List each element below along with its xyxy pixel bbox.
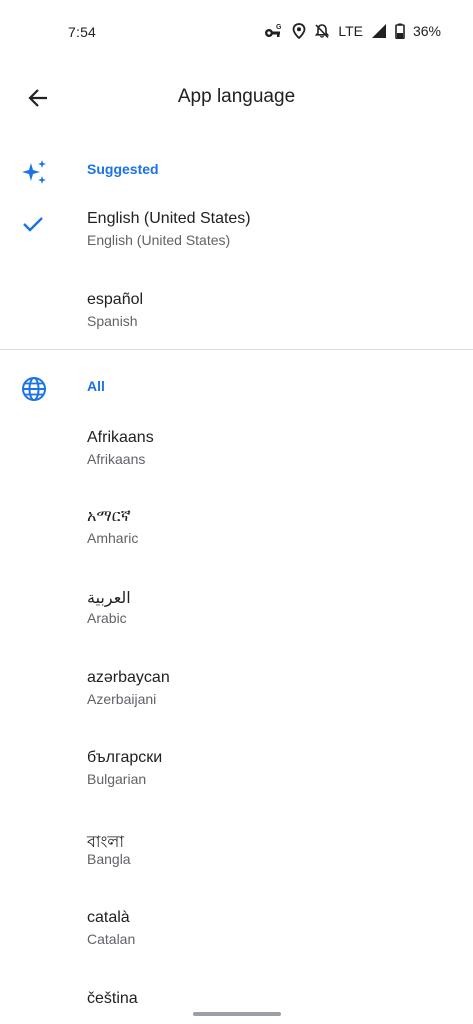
vpn-key-icon: G: [264, 23, 284, 39]
gesture-nav-handle[interactable]: [193, 1012, 281, 1016]
language-item-czech[interactable]: čeština: [0, 990, 473, 1024]
check-icon: [20, 211, 46, 242]
sparkle-icon: [18, 156, 50, 188]
battery-level: 36%: [412, 23, 441, 39]
location-icon: [292, 23, 306, 39]
section-label-all: All: [87, 378, 105, 394]
language-name: español: [87, 291, 144, 308]
language-name: English (United States): [87, 210, 251, 227]
language-subtitle: Afrikaans: [87, 451, 146, 467]
status-bar: 7:54 G LTE 36%: [0, 0, 473, 66]
language-item-catalan[interactable]: català Catalan: [0, 909, 473, 989]
language-item-bulgarian[interactable]: български Bulgarian: [0, 749, 473, 829]
language-name: български: [87, 749, 163, 766]
language-item-english-us[interactable]: English (United States) English (United …: [0, 210, 473, 290]
language-subtitle: Azerbaijani: [87, 691, 157, 707]
language-item-bangla[interactable]: বাংলা Bangla: [0, 829, 473, 909]
language-subtitle: Spanish: [87, 313, 138, 329]
language-item-azerbaijani[interactable]: azərbaycan Azerbaijani: [0, 669, 473, 749]
language-subtitle: Arabic: [87, 610, 127, 626]
network-type: LTE: [338, 23, 363, 39]
language-subtitle: Catalan: [87, 931, 136, 947]
language-subtitle: English (United States): [87, 232, 231, 248]
language-name: العربية: [87, 590, 131, 607]
language-item-spanish[interactable]: español Spanish: [0, 291, 473, 371]
section-header-suggested: Suggested: [0, 150, 473, 190]
language-name: azərbaycan: [87, 669, 170, 686]
status-time: 7:54: [68, 24, 97, 40]
language-item-amharic[interactable]: አማርኛ Amharic: [0, 508, 473, 588]
language-name: čeština: [87, 990, 138, 1007]
language-subtitle: Bulgarian: [87, 771, 147, 787]
app-bar: App language: [0, 66, 473, 128]
language-subtitle: Amharic: [87, 530, 139, 546]
section-divider: [0, 349, 473, 350]
globe-icon: [18, 373, 50, 405]
status-icons: G LTE 36%: [264, 23, 441, 39]
page-title: App language: [177, 86, 296, 107]
notifications-off-icon: [314, 23, 330, 39]
language-name: català: [87, 909, 130, 926]
section-header-all: All: [0, 367, 473, 407]
language-item-afrikaans[interactable]: Afrikaans Afrikaans: [0, 429, 473, 509]
svg-text:G: G: [276, 24, 282, 31]
language-name: Afrikaans: [87, 429, 154, 446]
language-subtitle: Bangla: [87, 851, 131, 867]
language-name: አማርኛ: [87, 508, 131, 525]
language-item-arabic[interactable]: العربية Arabic: [0, 588, 473, 668]
signal-icon: [371, 23, 387, 39]
section-label-suggested: Suggested: [87, 161, 159, 177]
battery-icon: [395, 23, 405, 39]
